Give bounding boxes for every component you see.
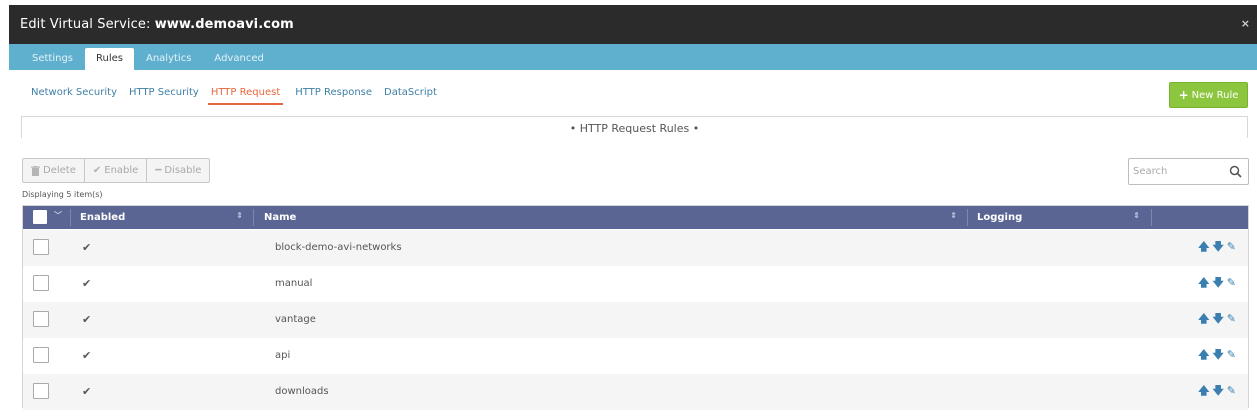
search-box[interactable] [1128,158,1249,185]
enabled-check-icon: ✔ [82,313,92,326]
tab-analytics[interactable]: Analytics [135,48,202,70]
table-row: ✔ vantage 🡅 🡇 ✎ [23,302,1248,338]
tab-rules[interactable]: Rules [85,48,134,70]
bulk-actions: Delete ✔ Enable ━ Disable [22,158,211,183]
row-actions: 🡅 🡇 ✎ [1198,349,1236,360]
row-actions: 🡅 🡇 ✎ [1198,241,1236,252]
rule-name: manual [275,278,313,289]
row-checkbox[interactable] [33,383,49,399]
select-all-checkbox[interactable] [33,210,47,224]
pencil-icon[interactable]: ✎ [1227,277,1236,288]
subtab-datascript[interactable]: DataScript [384,87,437,105]
subtab-http-response[interactable]: HTTP Response [295,87,372,105]
table-row: ✔ downloads 🡅 🡇 ✎ [23,374,1248,410]
disable-label: Disable [164,165,202,176]
section-title: • HTTP Request Rules • [569,122,700,135]
row-checkbox[interactable] [33,347,49,363]
arrow-down-icon[interactable]: 🡇 [1212,349,1223,360]
pencil-icon[interactable]: ✎ [1227,313,1236,324]
row-actions: 🡅 🡇 ✎ [1198,277,1236,288]
pencil-icon[interactable]: ✎ [1227,349,1236,360]
enable-label: Enable [104,165,139,176]
row-checkbox[interactable] [33,275,49,291]
subtab-http-security[interactable]: HTTP Security [129,87,199,105]
delete-button[interactable]: Delete [22,158,85,183]
delete-label: Delete [43,165,76,176]
disable-button[interactable]: ━ Disable [147,158,211,183]
sort-icon: ⇕ [950,211,957,220]
chevron-down-icon[interactable]: ﹀ [54,210,62,221]
column-logging-label: Logging [977,212,1023,223]
arrow-up-icon[interactable]: 🡅 [1198,385,1209,396]
minus-icon: ━ [155,165,162,176]
enabled-check-icon: ✔ [82,349,92,362]
rule-name: downloads [275,386,329,397]
row-actions: 🡅 🡇 ✎ [1198,313,1236,324]
modal-title-prefix: Edit Virtual Service: [20,17,155,32]
rule-name: api [275,350,291,361]
column-name[interactable]: Name ⇕ [264,206,964,229]
search-input[interactable] [1133,166,1228,177]
row-checkbox[interactable] [33,239,49,255]
table-header: ﹀ Enabled ⇕ Name ⇕ Logging ⇕ [23,206,1248,229]
table-row: ✔ api 🡅 🡇 ✎ [23,338,1248,374]
section-header: • HTTP Request Rules • [21,116,1248,138]
enable-button[interactable]: ✔ Enable [84,158,148,183]
pencil-icon[interactable]: ✎ [1227,385,1236,396]
column-enabled[interactable]: Enabled ⇕ [80,206,250,229]
column-name-label: Name [264,212,297,223]
enabled-check-icon: ✔ [82,385,92,398]
sort-icon: ⇕ [1133,211,1140,220]
item-count: Displaying 5 item(s) [22,190,103,199]
arrow-up-icon[interactable]: 🡅 [1198,349,1209,360]
tab-advanced[interactable]: Advanced [203,48,274,70]
close-icon[interactable]: × [1241,17,1250,30]
virtual-service-name: www.demoavi.com [154,17,294,32]
rules-table: ﹀ Enabled ⇕ Name ⇕ Logging ⇕ ✔ block-dem… [22,205,1249,410]
column-logging[interactable]: Logging ⇕ [977,206,1147,229]
search-icon[interactable] [1229,165,1242,178]
row-checkbox[interactable] [33,311,49,327]
tab-settings[interactable]: Settings [21,48,84,70]
enabled-check-icon: ✔ [82,241,92,254]
arrow-down-icon[interactable]: 🡇 [1212,277,1223,288]
arrow-up-icon[interactable]: 🡅 [1198,313,1209,324]
new-rule-label: New Rule [1191,89,1239,101]
row-actions: 🡅 🡇 ✎ [1198,385,1236,396]
check-icon: ✔ [92,165,102,176]
rule-name: block-demo-avi-networks [275,242,402,253]
arrow-up-icon[interactable]: 🡅 [1198,277,1209,288]
arrow-down-icon[interactable]: 🡇 [1212,385,1223,396]
sort-icon: ⇕ [236,211,243,220]
subtab-http-request[interactable]: HTTP Request [207,87,284,105]
trash-icon [31,165,40,176]
arrow-down-icon[interactable]: 🡇 [1212,241,1223,252]
enabled-check-icon: ✔ [82,277,92,290]
pencil-icon[interactable]: ✎ [1227,241,1236,252]
column-enabled-label: Enabled [80,212,126,223]
rules-sub-tabs: Network Security HTTP Security HTTP Requ… [31,87,449,105]
arrow-down-icon[interactable]: 🡇 [1212,313,1223,324]
new-rule-button[interactable]: + New Rule [1169,82,1248,108]
table-row: ✔ block-demo-avi-networks 🡅 🡇 ✎ [23,230,1248,266]
main-tab-bar: Settings Rules Analytics Advanced [9,44,1257,70]
subtab-network-security[interactable]: Network Security [31,87,117,105]
modal-title: Edit Virtual Service: www.demoavi.com [9,17,294,32]
rule-name: vantage [275,314,316,325]
table-row: ✔ manual 🡅 🡇 ✎ [23,266,1248,302]
arrow-up-icon[interactable]: 🡅 [1198,241,1209,252]
modal-title-bar: Edit Virtual Service: www.demoavi.com × [9,5,1257,44]
plus-icon: + [1178,88,1189,102]
